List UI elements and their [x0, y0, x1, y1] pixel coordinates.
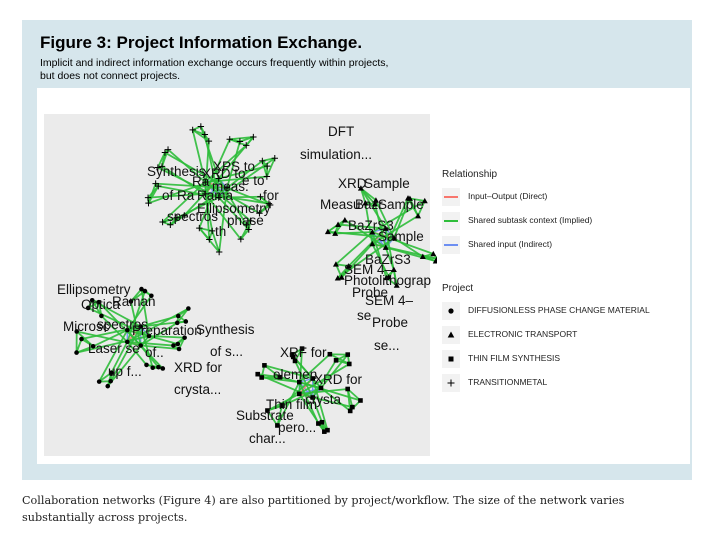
legend-label-electronic-transport: ELECTRONIC TRANSPORT	[468, 329, 578, 339]
caption: Collaboration networks (Figure 4) are al…	[22, 492, 692, 526]
plot-panel: DFT simulation... XPS to Synthesis XRD to Ra e…	[37, 88, 690, 464]
legend-key-indirect	[442, 236, 460, 254]
node-label: Sample	[378, 197, 424, 212]
network-node-diffusionless	[74, 350, 79, 355]
network-node-thin-film	[325, 427, 330, 433]
square-icon	[442, 350, 460, 368]
node-label: Sample	[364, 176, 410, 191]
network-node-diffusionless	[144, 362, 149, 368]
figure-subtitle-line-2: but does not connect projects.	[40, 70, 181, 82]
network-node-thin-film	[350, 404, 355, 410]
network-graph: DFTsimulation...XPS toSynthesisXRD toRa e…	[44, 114, 437, 456]
network-node-diffusionless	[150, 365, 156, 371]
node-label: spectros	[167, 209, 218, 224]
node-label: up f...	[108, 364, 142, 379]
node-label: XRD for	[174, 360, 223, 375]
legend-item-diffusionless: DIFFUSIONLESS PHASE CHANGE MATERIAL	[442, 302, 687, 320]
legend-label-thin-film: THIN FILM SYNTHESIS	[468, 353, 561, 363]
legend-item-direct: Input–Output (Direct)	[442, 188, 687, 206]
network-node-thin-film	[333, 358, 339, 363]
node-label: simulation...	[300, 147, 372, 162]
network-node-diffusionless	[79, 336, 84, 342]
node-label: char...	[249, 431, 286, 446]
legend-item-transitionmetal: TRANSITIONMETAL	[442, 374, 687, 392]
network-node-thin-film	[327, 351, 333, 357]
network-node-diffusionless	[175, 341, 181, 347]
legend-relationship-title: Relationship	[442, 169, 498, 180]
node-label: th	[215, 224, 226, 239]
network-node-thin-film	[346, 361, 352, 367]
network-node-diffusionless	[108, 378, 114, 384]
network-node-thin-film	[296, 391, 302, 397]
node-label: crysta...	[174, 382, 221, 397]
triangle-icon	[442, 326, 460, 344]
legend-item-indirect: Shared input (Indirect)	[442, 236, 687, 254]
legend-item-implied: Shared subtask context (Implied)	[442, 212, 687, 230]
node-label: Raman	[112, 294, 156, 309]
legend-key-direct	[442, 188, 460, 206]
node-label: se	[357, 308, 371, 323]
legend: Relationship Input–Output (Direct) Share…	[442, 88, 690, 464]
caption-line-2: substantially across projects.	[22, 511, 188, 524]
network-node-diffusionless	[175, 313, 181, 319]
network-node-diffusionless	[171, 343, 176, 348]
network-node-thin-film	[345, 386, 350, 392]
legend-item-thin-film: THIN FILM SYNTHESIS	[442, 350, 687, 368]
node-label: se...	[374, 338, 400, 353]
caption-line-1: Collaboration networks (Figure 4) are al…	[22, 494, 625, 507]
node-label: XRD for	[314, 372, 363, 387]
network-node-thin-film	[262, 363, 267, 368]
node-label: Ra	[192, 174, 210, 189]
figure-title: Figure 3: Project Information Exchange.	[40, 33, 363, 52]
network-node-thin-film	[255, 371, 261, 377]
legend-key-implied	[442, 212, 460, 230]
node-label: SEM 4–	[365, 293, 414, 308]
node-label: XRF for	[280, 345, 327, 360]
legend-label-implied: Shared subtask context (Implied)	[468, 215, 593, 225]
legend-label-direct: Input–Output (Direct)	[468, 191, 548, 201]
node-label: DFT	[328, 124, 354, 139]
legend-label-indirect: Shared input (Indirect)	[468, 239, 553, 249]
node-label: of..	[145, 345, 164, 360]
legend-label-transitionmetal: TRANSITIONMETAL	[468, 377, 548, 387]
node-label: Probe	[372, 315, 408, 330]
network-node-thin-film	[259, 375, 264, 380]
figure-container: Figure 3: Project Information Exchange. …	[22, 20, 692, 480]
network-node-diffusionless	[105, 383, 111, 389]
node-label: elemen	[273, 367, 317, 382]
network-node-diffusionless	[160, 366, 166, 371]
network-node-diffusionless	[156, 364, 161, 370]
node-label: Preparation	[132, 323, 202, 338]
node-label: of s...	[210, 344, 243, 359]
circle-icon	[442, 302, 460, 320]
node-label: of Ra	[162, 188, 195, 203]
legend-project-title: Project	[442, 283, 474, 294]
network-node-diffusionless	[96, 379, 102, 384]
node-label: XRD	[338, 176, 367, 191]
node-label: phase	[227, 213, 264, 228]
node-label: Sample	[378, 229, 424, 244]
legend-item-electronic-transport: ELECTRONIC TRANSPORT	[442, 326, 687, 344]
figure-subtitle-line-1: Implicit and indirect information exchan…	[40, 57, 389, 69]
node-label: Laser se	[88, 341, 140, 356]
plus-icon	[442, 374, 460, 392]
figure-subtitle: Implicit and indirect information exchan…	[40, 57, 440, 83]
network-node-thin-film	[316, 421, 321, 426]
network-node-diffusionless	[142, 288, 148, 294]
node-label: Synthesis	[196, 322, 255, 337]
network-node-thin-film	[345, 352, 351, 357]
legend-label-diffusionless: DIFFUSIONLESS PHASE CHANGE MATERIAL	[468, 305, 650, 315]
network-node-thin-film	[358, 398, 363, 403]
network-node-diffusionless	[176, 346, 182, 352]
network-node-diffusionless	[186, 306, 191, 311]
